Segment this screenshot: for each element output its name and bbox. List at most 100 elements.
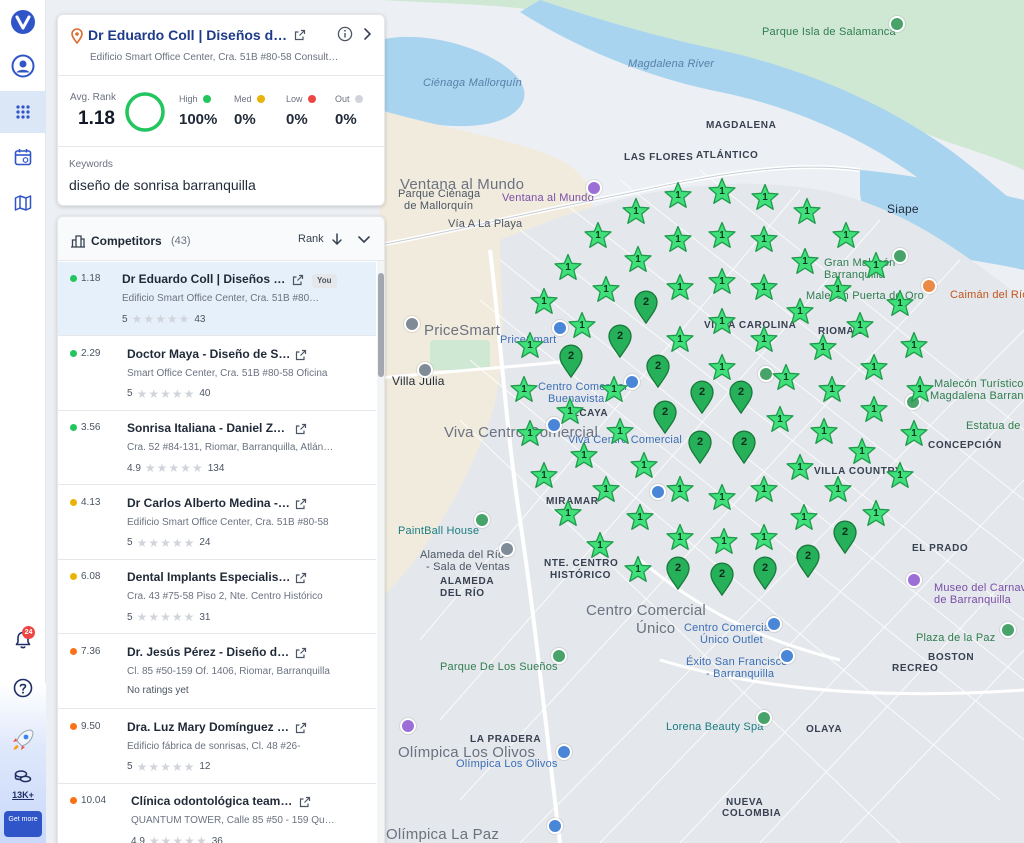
rank-star-marker[interactable]: 1: [899, 419, 929, 449]
rank-pin-marker[interactable]: 2: [689, 380, 715, 414]
map-poi-icon[interactable]: [1000, 622, 1016, 638]
rank-star-marker[interactable]: 1: [665, 475, 695, 505]
map-poi-icon[interactable]: [404, 316, 420, 332]
nav-calendar-button[interactable]: [0, 137, 46, 177]
rank-star-marker[interactable]: 1: [789, 503, 819, 533]
competitor-name[interactable]: Sonrisa Italiana - Daniel Zapata: [127, 421, 291, 435]
rank-star-marker[interactable]: 1: [861, 251, 891, 281]
rank-star-marker[interactable]: 1: [599, 375, 629, 405]
map-poi-icon[interactable]: [766, 616, 782, 632]
rank-star-marker[interactable]: 1: [623, 555, 653, 585]
competitor-row[interactable]: 7.36 Dr. Jesús Pérez - Diseño de Sonrisa C…: [58, 635, 376, 709]
sort-rank-button[interactable]: Rank: [298, 233, 324, 245]
arrow-down-icon[interactable]: [331, 232, 343, 246]
map-poi-icon[interactable]: [756, 710, 772, 726]
rank-star-marker[interactable]: 1: [665, 273, 695, 303]
map-poi-icon[interactable]: [889, 16, 905, 32]
external-link-icon[interactable]: [295, 423, 307, 435]
rank-star-marker[interactable]: 1: [823, 475, 853, 505]
external-link-icon[interactable]: [295, 647, 307, 659]
scroll-thumb[interactable]: [378, 273, 384, 377]
map-poi-icon[interactable]: [921, 278, 937, 294]
chevron-right-icon[interactable]: [360, 26, 374, 42]
rank-star-marker[interactable]: 1: [885, 289, 915, 319]
rank-pin-marker[interactable]: 2: [832, 520, 858, 554]
rank-pin-marker[interactable]: 2: [645, 354, 671, 388]
rank-star-marker[interactable]: 1: [621, 197, 651, 227]
rank-star-marker[interactable]: 1: [823, 275, 853, 305]
rank-star-marker[interactable]: 1: [749, 475, 779, 505]
rank-star-marker[interactable]: 1: [859, 395, 889, 425]
rank-star-marker[interactable]: 1: [771, 363, 801, 393]
rank-star-marker[interactable]: 1: [509, 375, 539, 405]
rank-pin-marker[interactable]: 2: [633, 290, 659, 324]
rank-star-marker[interactable]: 1: [765, 405, 795, 435]
rank-pin-marker[interactable]: 2: [709, 562, 735, 596]
rank-star-marker[interactable]: 1: [790, 247, 820, 277]
map-poi-icon[interactable]: [650, 484, 666, 500]
rank-star-marker[interactable]: 1: [583, 221, 613, 251]
rank-star-marker[interactable]: 1: [707, 483, 737, 513]
external-link-icon[interactable]: [295, 572, 307, 584]
map-poi-icon[interactable]: [551, 648, 567, 664]
rank-star-marker[interactable]: 1: [529, 461, 559, 491]
rank-star-marker[interactable]: 1: [885, 461, 915, 491]
competitor-name[interactable]: Clínica odontológica team Dental: [131, 794, 295, 808]
rank-pin-marker[interactable]: 2: [687, 430, 713, 464]
chevron-down-icon[interactable]: [357, 232, 371, 246]
rank-star-marker[interactable]: 1: [665, 325, 695, 355]
external-link-icon[interactable]: [292, 274, 304, 286]
rank-star-marker[interactable]: 1: [847, 437, 877, 467]
app-logo[interactable]: [0, 2, 46, 42]
competitor-row[interactable]: 1.18 Dr Eduardo Coll | Diseños de Sonrisa…: [58, 262, 376, 336]
competitor-row[interactable]: 6.08 Dental Implants Especialistas Cra. 43…: [58, 560, 376, 635]
nav-map-button[interactable]: [0, 183, 46, 223]
rank-star-marker[interactable]: 1: [569, 441, 599, 471]
rank-star-marker[interactable]: 1: [707, 267, 737, 297]
rank-star-marker[interactable]: 1: [625, 503, 655, 533]
map-poi-icon[interactable]: [547, 818, 563, 834]
competitor-name[interactable]: Doctor Maya - Diseño de Sonrisa: [127, 347, 291, 361]
competitors-scrollbar[interactable]: [377, 261, 384, 843]
rank-star-marker[interactable]: 1: [623, 245, 653, 275]
rank-star-marker[interactable]: 1: [861, 499, 891, 529]
rank-star-marker[interactable]: 1: [831, 221, 861, 251]
credits-button[interactable]: [0, 764, 46, 790]
rank-star-marker[interactable]: 1: [629, 451, 659, 481]
rank-star-marker[interactable]: 1: [749, 325, 779, 355]
map-poi-icon[interactable]: [906, 572, 922, 588]
rank-star-marker[interactable]: 1: [605, 417, 635, 447]
rank-pin-marker[interactable]: 2: [795, 544, 821, 578]
map-poi-icon[interactable]: [586, 180, 602, 196]
map-poi-icon[interactable]: [779, 648, 795, 664]
rank-star-marker[interactable]: 1: [553, 253, 583, 283]
rank-star-marker[interactable]: 1: [845, 311, 875, 341]
rank-star-marker[interactable]: 1: [529, 287, 559, 317]
competitor-row[interactable]: 9.50 Dra. Luz Mary Domínguez | Diseño Edif…: [58, 710, 376, 784]
rank-star-marker[interactable]: 1: [553, 499, 583, 529]
account-button[interactable]: [0, 46, 46, 86]
rank-star-marker[interactable]: 1: [808, 333, 838, 363]
get-more-button[interactable]: Get more: [4, 811, 42, 837]
rank-pin-marker[interactable]: 2: [731, 430, 757, 464]
rank-star-marker[interactable]: 1: [663, 181, 693, 211]
map-poi-icon[interactable]: [400, 718, 416, 734]
rank-pin-marker[interactable]: 2: [652, 400, 678, 434]
map-poi-icon[interactable]: [499, 541, 515, 557]
rank-pin-marker[interactable]: 2: [607, 324, 633, 358]
rank-pin-marker[interactable]: 2: [728, 380, 754, 414]
help-button[interactable]: [0, 668, 46, 708]
rank-star-marker[interactable]: 1: [785, 297, 815, 327]
rank-star-marker[interactable]: 1: [585, 531, 615, 561]
info-icon[interactable]: [337, 26, 353, 42]
rank-star-marker[interactable]: 1: [750, 183, 780, 213]
rank-pin-marker[interactable]: 2: [752, 556, 778, 590]
external-link-icon[interactable]: [294, 29, 306, 41]
external-link-icon[interactable]: [295, 498, 307, 510]
competitor-row[interactable]: 4.13 Dr Carlos Alberto Medina - Odontólog…: [58, 486, 376, 560]
map-poi-icon[interactable]: [556, 744, 572, 760]
external-link-icon[interactable]: [295, 349, 307, 361]
rank-star-marker[interactable]: 1: [663, 225, 693, 255]
rank-star-marker[interactable]: 1: [707, 221, 737, 251]
rank-star-marker[interactable]: 1: [792, 197, 822, 227]
